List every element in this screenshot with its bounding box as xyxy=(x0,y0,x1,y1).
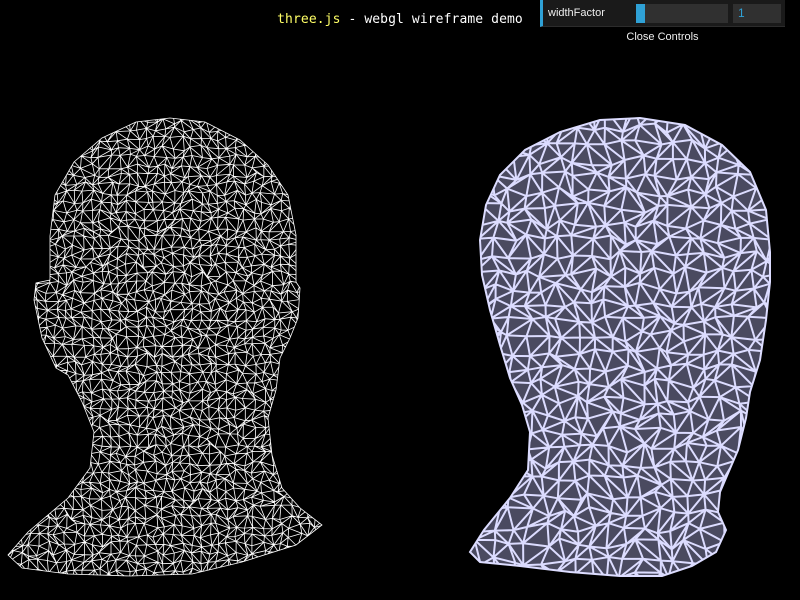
head-wireframe-thin xyxy=(7,117,323,577)
head-wireframe-thick xyxy=(468,116,771,577)
demo-description: - webgl wireframe demo xyxy=(340,12,523,27)
threejs-link[interactable]: three.js xyxy=(277,12,340,27)
mesh-edges xyxy=(8,118,322,576)
wireframe-scene xyxy=(7,116,771,577)
width-factor-input[interactable] xyxy=(733,4,781,23)
close-controls-button[interactable]: Close Controls xyxy=(540,27,785,47)
webgl-canvas[interactable] xyxy=(0,0,800,600)
slider-fill xyxy=(636,4,646,23)
width-factor-control: widthFactor xyxy=(540,0,785,27)
mesh-lines xyxy=(8,118,322,576)
controls-panel: widthFactor Close Controls xyxy=(540,0,785,47)
width-factor-label: widthFactor xyxy=(548,7,605,19)
mesh-edges xyxy=(470,118,770,576)
width-factor-slider[interactable] xyxy=(636,4,728,23)
